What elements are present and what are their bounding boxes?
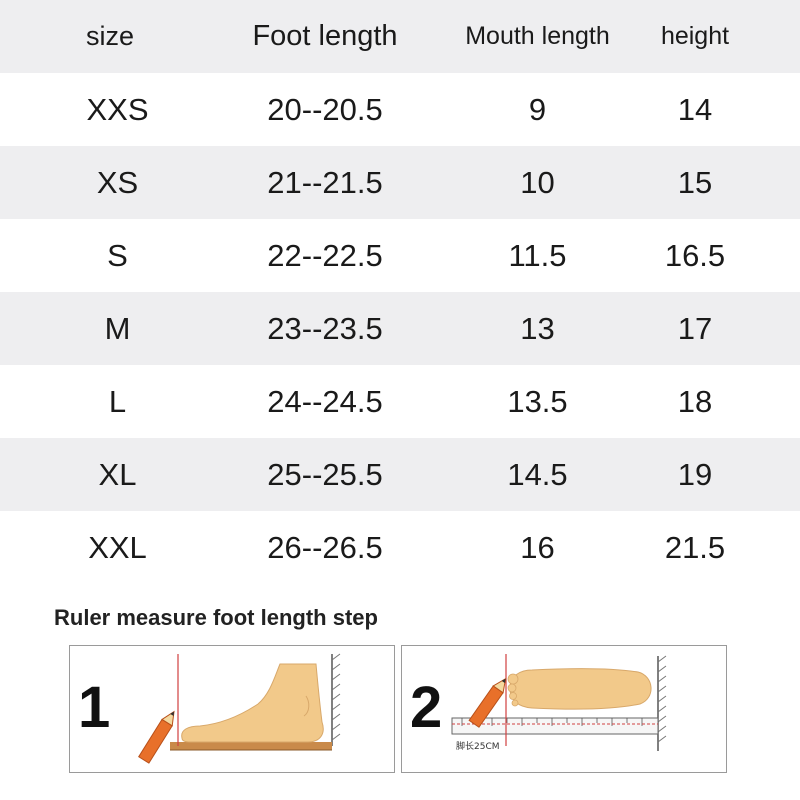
step-1-panel: 1 <box>69 645 395 773</box>
header-size: size <box>85 21 134 51</box>
cell-mouth-length: 16 <box>520 529 555 565</box>
cell-mouth-length: 11.5 <box>508 237 567 273</box>
table-row: XS 21--21.5 10 15 <box>0 146 800 219</box>
cell-height: 19 <box>677 456 713 492</box>
step-2-panel: 2 脚长25CM <box>401 645 727 773</box>
table-header-row: size Foot length Mouth length height <box>0 0 800 73</box>
cell-mouth-length: 13 <box>520 310 555 346</box>
table-row: XL 25--25.5 14.5 19 <box>0 438 800 511</box>
table-row: XXS 20--20.5 9 14 <box>0 73 800 146</box>
table-row: L 24--24.5 13.5 18 <box>0 365 800 438</box>
cell-height: 17 <box>677 310 713 346</box>
cell-height: 18 <box>677 383 713 419</box>
cell-foot-length: 23--23.5 <box>267 310 383 346</box>
cell-size: XXL <box>88 529 147 565</box>
cell-foot-length: 26--26.5 <box>267 529 383 565</box>
cell-height: 21.5 <box>664 529 726 565</box>
table-row: XXL 26--26.5 16 21.5 <box>0 511 800 584</box>
ruler-length-label: 脚长25CM <box>456 740 500 752</box>
cell-mouth-length: 9 <box>528 91 547 127</box>
cell-mouth-length: 13.5 <box>507 383 568 419</box>
cell-foot-length: 24--24.5 <box>267 383 383 419</box>
cell-size: XL <box>98 456 137 492</box>
foot-top-on-ruler-icon: 脚长25CM <box>451 654 667 752</box>
cell-size: L <box>108 383 127 419</box>
cell-foot-length: 22--22.5 <box>267 237 383 273</box>
table-row: M 23--23.5 13 17 <box>0 292 800 365</box>
foot-side-with-pencil-icon <box>138 653 341 764</box>
cell-size: XXS <box>86 91 149 127</box>
header-mouth-length: Mouth length <box>465 22 610 50</box>
measure-caption: Ruler measure foot length step <box>54 605 378 630</box>
cell-foot-length: 21--21.5 <box>267 164 383 200</box>
cell-height: 14 <box>677 91 713 127</box>
cell-height: 15 <box>677 164 713 200</box>
header-height: height <box>660 22 730 50</box>
table-row: S 22--22.5 11.5 16.5 <box>0 219 800 292</box>
cell-size: XS <box>96 164 139 200</box>
cell-mouth-length: 10 <box>520 164 555 200</box>
cell-mouth-length: 14.5 <box>507 456 568 492</box>
header-foot-length: Foot length <box>252 20 398 52</box>
cell-foot-length: 20--20.5 <box>267 91 383 127</box>
cell-size: M <box>104 310 131 346</box>
cell-height: 16.5 <box>664 237 726 273</box>
cell-size: S <box>107 237 128 273</box>
cell-foot-length: 25--25.5 <box>267 456 383 492</box>
